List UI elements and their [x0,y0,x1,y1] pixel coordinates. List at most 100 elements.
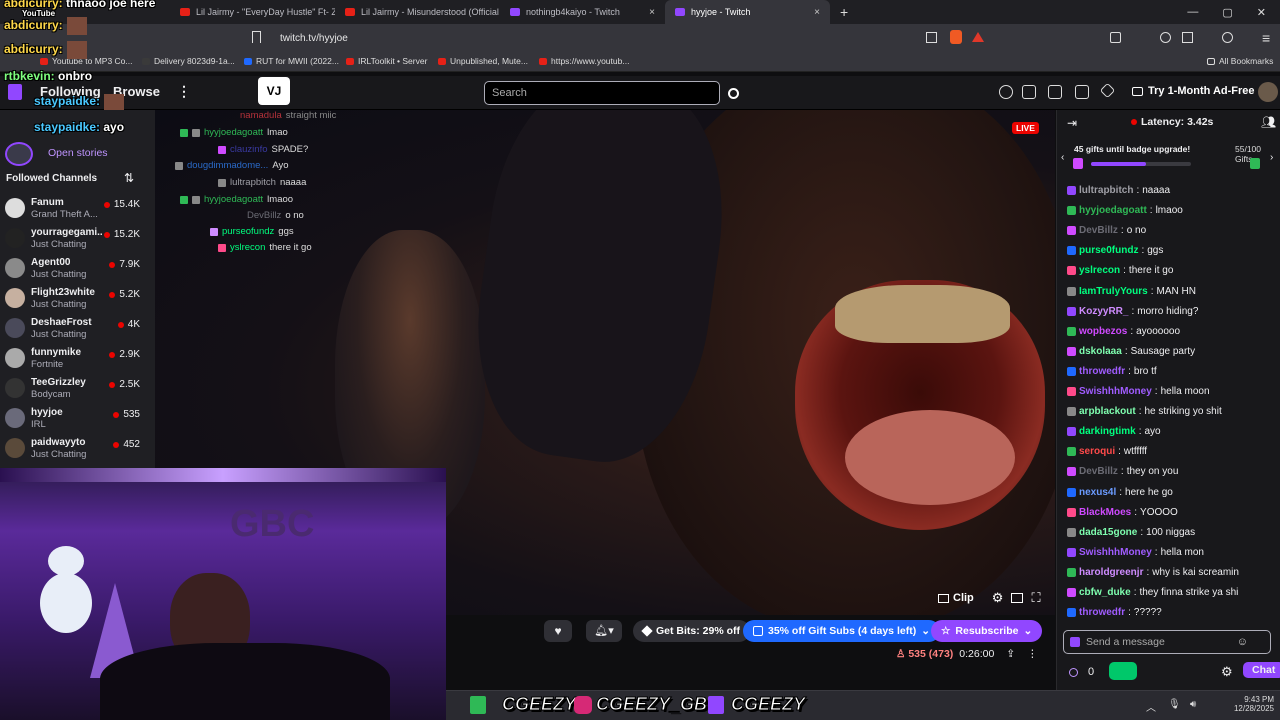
clip-button[interactable]: Clip [938,592,974,604]
bits-icon[interactable] [1099,82,1116,99]
theatre-mode-icon[interactable] [1011,593,1024,603]
chat-message[interactable]: nexus4l: here he go [1067,487,1277,498]
share-icon[interactable]: ⇪ [1006,648,1015,660]
chat-username[interactable]: yslrecon [1079,265,1120,276]
browser-tab[interactable]: Lil Jairmy - Misunderstood (Official M× [335,0,500,24]
chat-username[interactable]: lultrapbitch [1079,185,1133,196]
new-tab-button[interactable]: + [840,4,848,20]
leo-icon[interactable] [1222,32,1233,43]
extension-logo-icon[interactable]: VJ [258,77,290,105]
maximize-button[interactable]: ▢ [1222,6,1232,19]
sidebar-channel[interactable]: yourragegami... Just Chatting 15.2K [0,223,155,253]
more-options-icon[interactable]: ⋮ [177,83,191,100]
sidebar-channel[interactable]: Fanum Grand Theft A... 15.4K [0,193,155,223]
chat-username[interactable]: BlackMoes [1079,507,1131,518]
sidebar-channel[interactable]: DeshaeFrost Just Chatting 4K [0,313,155,343]
sidebar-channel[interactable]: Flight23white Just Chatting 5.2K [0,283,155,313]
fullscreen-icon[interactable]: ⛶ [1031,590,1040,606]
chat-username[interactable]: haroldgreenjr [1079,567,1143,578]
chat-username[interactable]: nexus4l [1079,487,1116,498]
bookmark-item[interactable]: IRLToolkit • Server [346,56,427,66]
bookmark-item[interactable]: RUT for MWII (2022... [244,56,339,66]
stories-avatar[interactable] [5,142,33,166]
chat-message[interactable]: haroldgreenjr: why is kai screamin [1067,567,1277,578]
chat-message[interactable]: hyyjoedagoatt: lmaoo [1067,205,1277,216]
chat-username[interactable]: dada15gone [1079,527,1137,538]
chat-message[interactable]: throwedfr: bro tf [1067,366,1277,377]
music-icon[interactable] [1160,32,1171,43]
chat-username[interactable]: SwishhhMoney [1079,547,1152,558]
url-field[interactable]: twitch.tv/hyyjoe [280,29,990,47]
chat-message[interactable]: SwishhhMoney: hella moon [1067,386,1277,397]
tray-chevron-icon[interactable]: ︿ [1146,699,1156,714]
chat-username[interactable]: hyyjoedagoatt [1079,205,1147,216]
chat-username[interactable]: cbfw_duke [1079,587,1131,598]
system-clock[interactable]: 9:43 PM 12/28/2025 [1218,695,1274,713]
chat-username[interactable]: seroqui [1079,446,1115,457]
whispers-icon[interactable] [1075,85,1089,99]
chat-username[interactable]: wopbezos [1079,326,1127,337]
search-button[interactable] [722,81,744,105]
chat-username[interactable]: SwishhhMoney [1079,386,1152,397]
chat-message[interactable]: IamTrulyYours: MAN HN [1067,286,1277,297]
chat-message[interactable]: cbfw_duke: they finna strike ya shi [1067,587,1277,598]
user-avatar[interactable] [1258,82,1278,102]
sidebar-channel[interactable]: funnymike Fortnite 2.9K [0,343,155,373]
send-message-input[interactable]: Send a message ☺ [1063,630,1271,654]
chat-message[interactable]: dskolaaa: Sausage party [1067,346,1277,357]
chat-message[interactable]: wopbezos: ayoooooo [1067,326,1277,337]
chat-message[interactable]: purse0fundz: ggs [1067,245,1277,256]
more-options-icon[interactable]: ⋮ [1027,648,1038,660]
chat-message[interactable]: KozyyRR_: morro hiding? [1067,306,1277,317]
brave-shield-icon[interactable] [950,30,962,44]
twitch-logo-icon[interactable] [8,84,22,100]
bookmark-item[interactable]: Unpublished, Mute... [438,56,528,66]
browser-tab-active[interactable]: hyyjoe - Twitch × [665,0,830,24]
bookmark-item[interactable]: Delivery 8023d9-1a... [142,56,235,66]
hype-chat-icon[interactable] [1109,662,1137,680]
open-stories-link[interactable]: Open stories [48,147,108,159]
extensions-icon[interactable] [1110,32,1121,43]
all-bookmarks-button[interactable]: All Bookmarks [1207,56,1273,66]
chat-username[interactable]: purse0fundz [1079,245,1138,256]
emote-picker-icon[interactable]: ☺ [1237,636,1248,648]
get-bits-button[interactable]: Get Bits: 29% off [633,620,751,642]
chat-message[interactable]: DevBillz: they on you [1067,466,1277,477]
sidebar-channel[interactable]: Agent00 Just Chatting 7.9K [0,253,155,283]
chat-username[interactable]: throwedfr [1079,366,1125,377]
chat-send-button[interactable]: Chat [1243,662,1280,678]
chat-username[interactable]: DevBillz [1079,466,1118,477]
chat-message[interactable]: DevBillz: o no [1067,225,1277,236]
chat-message[interactable]: arpblackout: he striking yo shit [1067,406,1277,417]
chat-username[interactable]: darkingtimk [1079,426,1136,437]
microphone-icon[interactable]: 🎙︎ [1168,699,1181,710]
next-arrow-icon[interactable]: › [1270,152,1273,163]
chat-settings-gear-icon[interactable]: ⚙ [1221,664,1233,680]
close-tab-icon[interactable]: × [814,7,820,18]
ad-free-button[interactable]: Try 1-Month Ad-Free [1132,85,1255,97]
chat-username[interactable]: DevBillz [1079,225,1118,236]
chat-username[interactable]: dskolaaa [1079,346,1122,357]
chat-message[interactable]: SwishhhMoney: hella mon [1067,547,1277,558]
chat-message[interactable]: dada15gone:100 niggas [1067,527,1277,538]
browser-tab[interactable]: Lil Jairmy - "EveryDay Hustle" Ft- Zill× [170,0,335,24]
search-input[interactable]: Search [484,81,720,105]
collapse-chat-icon[interactable]: ⇥ [1067,116,1077,130]
users-icon[interactable]: 👥︎ [1261,115,1276,129]
sidebar-channel[interactable]: paidwayyto Just Chatting 452 [0,433,155,463]
chat-message[interactable]: BlackMoes: YOOOO [1067,507,1277,518]
watch-party-icon[interactable] [999,85,1013,99]
rewards-icon[interactable] [972,32,984,42]
chat-username[interactable]: IamTrulyYours [1079,286,1148,297]
close-tab-icon[interactable]: × [649,7,655,18]
chat-message[interactable]: yslrecon: there it go [1067,265,1277,276]
chat-username[interactable]: KozyyRR_ [1079,306,1128,317]
crown-icon[interactable] [1022,85,1036,99]
chat-message[interactable]: lultrapbitch: naaaa [1067,185,1277,196]
follow-heart-button[interactable]: ♥ [544,620,572,642]
minimize-button[interactable]: — [1187,6,1198,19]
sort-icon[interactable]: ⇅ [124,171,134,185]
volume-icon[interactable]: 🔊︎ [1190,699,1196,710]
gift-subs-button[interactable]: 35% off Gift Subs (4 days left) ⌄ [743,620,941,642]
channel-points[interactable]: 0 [1069,666,1094,678]
